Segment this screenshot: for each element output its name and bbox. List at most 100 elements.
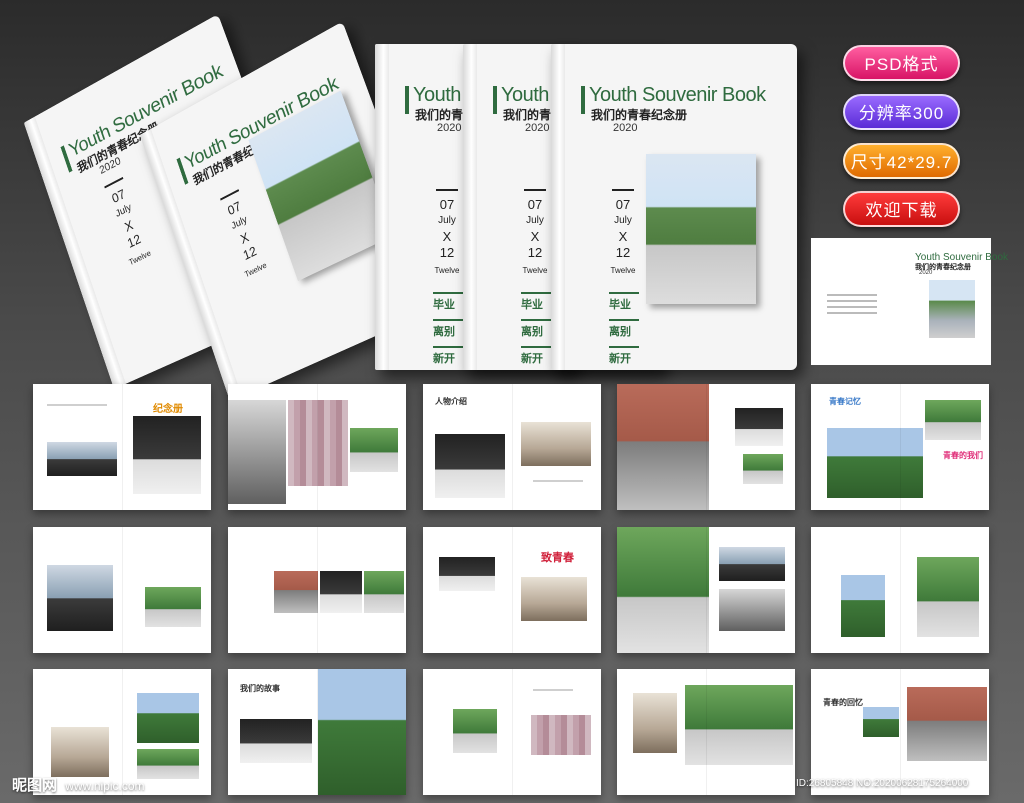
spread-photo (350, 428, 398, 472)
spread-photo (827, 428, 923, 498)
spread-photo (521, 577, 587, 621)
page-spread[interactable] (617, 669, 795, 795)
date-day: 07 (527, 197, 543, 212)
book-year: 2020 (525, 122, 550, 134)
date-day: 07 (615, 197, 631, 212)
date-x: X (618, 229, 628, 244)
page-spread[interactable]: 我们的故事 (228, 669, 406, 795)
book-subtitle: 我们的青春纪念册 (591, 108, 688, 122)
spread-photo (743, 454, 783, 484)
date-month: July (614, 215, 632, 226)
spread-photo (863, 707, 899, 737)
book-year: 2020 (437, 122, 462, 134)
book-spine (463, 44, 477, 370)
spread-photo (145, 587, 201, 627)
spread-photo (453, 709, 497, 753)
showcase-stage: Youth Souvenir Book 我们的青春纪念册 2020 07 Jul… (0, 0, 1024, 803)
book-dateblock: 07 July X 12 Twelve (515, 189, 555, 279)
tag-farewell: 离别 (521, 319, 551, 342)
badge-size[interactable]: 尺寸42*29.7 (843, 143, 960, 179)
spread-photo (47, 442, 117, 476)
tag-graduate: 毕业 (609, 292, 639, 315)
spread-photo (531, 715, 591, 755)
page-spread[interactable]: 致青春 (423, 527, 601, 653)
preview-text-lines (827, 294, 877, 318)
date-x: X (442, 229, 452, 244)
cover-photo (646, 154, 756, 304)
spread-photo (137, 693, 199, 743)
page-spread[interactable] (617, 527, 795, 653)
spread-photo (364, 571, 404, 613)
date-num: 12 (615, 245, 631, 260)
spread-photo (917, 557, 979, 637)
date-x: X (530, 229, 540, 244)
date-num: 12 (439, 245, 455, 260)
book-spine (551, 44, 565, 370)
page-spread[interactable]: 青春记忆 青春的我们 (811, 384, 989, 510)
spread-heading: 我们的故事 (240, 684, 280, 693)
badge-download[interactable]: 欢迎下载 (843, 191, 960, 227)
spread-photo (841, 575, 885, 637)
book-dateblock: 07 July X 12 Twelve (427, 189, 467, 279)
spread-photo (51, 727, 109, 777)
tag-new-start: 新开始 (433, 346, 463, 370)
date-day: 07 (439, 197, 455, 212)
badge-psd-format[interactable]: PSD格式 (843, 45, 960, 81)
book-year: 2020 (613, 122, 638, 134)
spread-photo (521, 422, 591, 466)
book-tags: 毕业 离别 新开始 (433, 292, 463, 370)
spread-photo (617, 384, 709, 510)
spread-photo (907, 687, 987, 761)
spread-photo (288, 400, 348, 486)
book-tags: 毕业 离别 新开始 (609, 292, 639, 370)
spread-photo (617, 527, 709, 653)
spread-photo (47, 565, 113, 631)
date-twelve: Twelve (522, 266, 548, 275)
spread-photo (685, 685, 793, 765)
spread-photo (633, 693, 677, 753)
tag-farewell: 离别 (609, 319, 639, 342)
cover-preview: Youth Souvenir Book 我们的青春纪念册 2020 (811, 238, 1008, 365)
spread-photo (240, 719, 312, 763)
spread-heading: 青春记忆 (829, 397, 861, 406)
spread-photo (719, 547, 785, 581)
spread-photo (133, 416, 201, 494)
spread-photo (439, 557, 495, 591)
spread-photo (735, 408, 783, 446)
tag-new-start: 新开始 (521, 346, 551, 370)
watermark-site-name: 昵图网 (12, 777, 58, 794)
page-spread[interactable]: 人物介绍 (423, 384, 601, 510)
spread-heading: 人物介绍 (435, 397, 467, 406)
spread-photo (925, 400, 981, 440)
preview-photo (929, 280, 975, 338)
spread-photo (719, 589, 785, 631)
tag-new-start: 新开始 (609, 346, 639, 370)
date-num: 12 (527, 245, 543, 260)
book-tags: 毕业 离别 新开始 (521, 292, 551, 370)
spread-photo (137, 749, 199, 779)
tag-farewell: 离别 (433, 319, 463, 342)
book-dateblock: 07 July X 12 Twelve (603, 189, 643, 279)
page-spread[interactable] (33, 527, 211, 653)
date-month: July (526, 215, 544, 226)
book-cover-standing-3: Youth Souvenir Book 我们的青春纪念册 2020 07 Jul… (551, 44, 797, 370)
watermark-site: 昵图网 www.nipic.com (12, 774, 145, 795)
page-spread[interactable] (228, 384, 406, 510)
preview-year: 2020 (919, 270, 933, 276)
page-spread[interactable] (617, 384, 795, 510)
page-spread[interactable] (423, 669, 601, 795)
date-month: July (438, 215, 456, 226)
spread-heading: 纪念册 (153, 404, 183, 415)
page-spread[interactable]: 纪念册 (33, 384, 211, 510)
spread-heading: 致青春 (541, 552, 574, 564)
date-twelve: Twelve (610, 266, 636, 275)
page-spread[interactable] (228, 527, 406, 653)
badge-resolution[interactable]: 分辨率300 (843, 94, 960, 130)
spread-subheading: 青春的我们 (943, 451, 983, 460)
spread-photo (320, 571, 362, 613)
book-spine (375, 44, 389, 370)
date-twelve: Twelve (434, 266, 460, 275)
page-spread[interactable]: 青春 (811, 527, 989, 653)
page-spread[interactable]: 青春的回忆 (811, 669, 989, 795)
book-dateblock: 07 July X 12 Twelve (97, 173, 160, 274)
